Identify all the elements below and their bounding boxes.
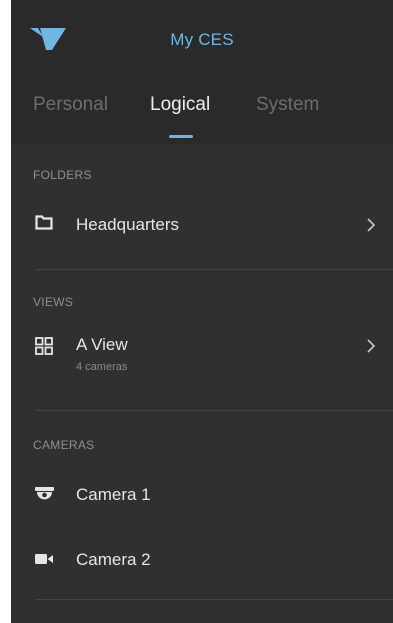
- camera-name: Camera 2: [76, 550, 151, 569]
- top-bar: My CES: [11, 0, 393, 72]
- folder-icon: [35, 215, 53, 230]
- video-camera-icon: [35, 554, 53, 564]
- divider: [35, 269, 393, 270]
- view-camera-count: 4 cameras: [76, 361, 128, 373]
- camera-name: Camera 1: [76, 485, 151, 504]
- folder-name: Headquarters: [76, 215, 180, 234]
- tab-logical[interactable]: Logical: [150, 94, 210, 116]
- dome-camera-icon: [35, 487, 54, 500]
- chevron-right-icon: [367, 339, 376, 353]
- app-container: My CES Personal Logical System FOLDERS H…: [11, 0, 393, 623]
- divider: [35, 599, 393, 600]
- section-label-views: VIEWS: [33, 295, 74, 309]
- section-label-cameras: CAMERAS: [33, 438, 95, 452]
- camera-row-camera-1[interactable]: Camera 1: [11, 470, 393, 520]
- divider: [35, 410, 393, 411]
- view-name: A View: [76, 335, 128, 354]
- tab-personal[interactable]: Personal: [33, 94, 108, 116]
- grid-view-icon: [35, 337, 53, 355]
- section-label-folders: FOLDERS: [33, 168, 92, 182]
- app-title: My CES: [170, 30, 234, 49]
- view-row-a-view[interactable]: A View 4 cameras: [11, 325, 393, 385]
- active-tab-indicator: [169, 135, 193, 138]
- chevron-right-icon: [367, 218, 376, 232]
- tab-system[interactable]: System: [256, 94, 319, 116]
- folder-row-headquarters[interactable]: Headquarters: [11, 200, 393, 250]
- tab-bar: Personal Logical System: [11, 72, 393, 144]
- camera-row-camera-2[interactable]: Camera 2: [11, 535, 393, 585]
